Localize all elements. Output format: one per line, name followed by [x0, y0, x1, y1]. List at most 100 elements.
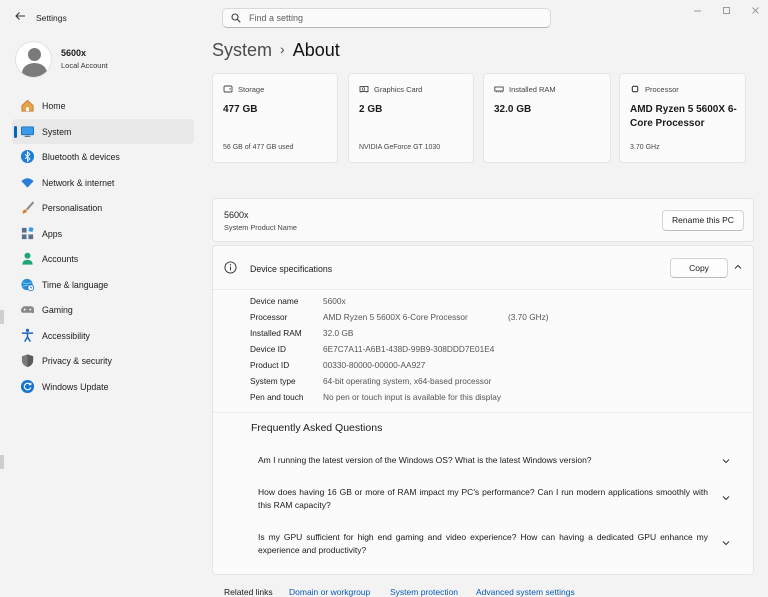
- card-subtitle: NVIDIA GeForce GT 1030: [359, 144, 441, 151]
- info-icon: [224, 261, 237, 274]
- graphics-card-icon: [359, 86, 369, 93]
- related-links-label: Related links: [224, 587, 273, 597]
- sidebar-item-label: System: [42, 126, 72, 137]
- sidebar-item-system[interactable]: System: [12, 118, 194, 144]
- storage-card[interactable]: Storage 477 GB 56 GB of 477 GB used: [212, 73, 338, 163]
- monitor-icon: [21, 125, 34, 137]
- spec-value: 6E7C7A11-A6B1-438D-99B9-308DDD7E01E4: [323, 344, 495, 354]
- card-subtitle: 56 GB of 477 GB used: [223, 144, 294, 151]
- sidebar-item-label: Network & internet: [42, 177, 115, 188]
- card-label: Graphics Card: [374, 84, 423, 94]
- faq-item[interactable]: Is my GPU sufficient for high end gaming…: [258, 531, 708, 557]
- close-icon: [751, 7, 759, 14]
- window-edge: [0, 310, 4, 324]
- settings-window: Settings Find a setting 5600x Local Acco…: [0, 0, 768, 597]
- sidebar-item-gaming[interactable]: Gaming: [12, 297, 194, 323]
- device-specs-title: Device specifications: [250, 264, 333, 274]
- sidebar-item-label: Windows Update: [42, 381, 109, 392]
- card-label: Installed RAM: [509, 84, 556, 94]
- breadcrumb: System › About: [212, 40, 340, 61]
- sidebar-item-home[interactable]: Home: [12, 93, 194, 119]
- graphics-card-card[interactable]: Graphics Card 2 GB NVIDIA GeForce GT 103…: [348, 73, 474, 163]
- close-button[interactable]: [745, 6, 765, 20]
- account-name: 5600x: [61, 48, 87, 58]
- sidebar-item-network[interactable]: Network & internet: [12, 170, 194, 196]
- divider: [213, 412, 753, 413]
- copy-button[interactable]: Copy: [670, 258, 728, 278]
- sidebar-item-label: Home: [42, 101, 66, 111]
- card-value: 32.0 GB: [494, 104, 532, 115]
- minimize-button[interactable]: [687, 6, 707, 20]
- faq-item[interactable]: Am I running the latest version of the W…: [258, 454, 708, 467]
- sidebar-item-privacy-security[interactable]: Privacy & security: [12, 348, 194, 374]
- sidebar-item-personalisation[interactable]: Personalisation: [12, 195, 194, 221]
- spec-value: 00330-80000-00000-AA927: [323, 360, 426, 370]
- update-icon: [20, 379, 35, 393]
- home-icon: [21, 99, 34, 112]
- card-value: 2 GB: [359, 104, 383, 115]
- ram-card[interactable]: Installed RAM 32.0 GB: [483, 73, 611, 163]
- chevron-down-icon[interactable]: [721, 538, 731, 548]
- device-specs-card: Device specifications Copy Device name 5…: [212, 245, 754, 575]
- rename-pc-button[interactable]: Rename this PC: [662, 210, 744, 231]
- card-header: Graphics Card: [359, 84, 422, 94]
- gamepad-icon: [20, 306, 35, 314]
- search-box[interactable]: Find a setting: [222, 8, 551, 28]
- sidebar-item-bluetooth[interactable]: Bluetooth & devices: [12, 144, 194, 170]
- chevron-down-icon[interactable]: [721, 493, 731, 503]
- chevron-down-icon[interactable]: [721, 456, 731, 466]
- spec-key: Device name: [250, 296, 299, 306]
- sidebar-item-label: Time & language: [42, 279, 109, 290]
- device-specs-header[interactable]: Device specifications Copy: [213, 246, 753, 290]
- card-header: Installed RAM: [494, 84, 556, 94]
- ram-icon: [494, 86, 504, 93]
- card-header: Storage: [223, 84, 264, 94]
- storage-icon: [223, 85, 233, 93]
- faq-title: Frequently Asked Questions: [251, 422, 383, 434]
- card-label: Storage: [238, 84, 265, 94]
- breadcrumb-separator: ›: [280, 41, 285, 57]
- related-links: Related links Domain or workgroup System…: [212, 582, 752, 597]
- sidebar-item-windows-update[interactable]: Windows Update: [12, 374, 194, 400]
- pc-name-subtitle: System Product Name: [224, 223, 297, 232]
- spec-value: AMD Ryzen 5 5600X 6-Core Processor: [323, 312, 468, 322]
- spec-value: 5600x: [323, 296, 346, 306]
- search-input[interactable]: Find a setting: [249, 13, 303, 23]
- breadcrumb-parent[interactable]: System: [212, 40, 272, 60]
- system-protection-link[interactable]: System protection: [390, 587, 458, 597]
- title-bar: Settings Find a setting: [0, 0, 768, 36]
- processor-icon: [631, 85, 639, 93]
- sidebar-item-apps[interactable]: Apps: [12, 221, 194, 247]
- spec-key: System type: [250, 376, 296, 386]
- shield-icon: [21, 354, 34, 368]
- sidebar-item-label: Accessibility: [42, 330, 90, 341]
- sidebar-item-accounts[interactable]: Accounts: [12, 246, 194, 272]
- card-value: 477 GB: [223, 104, 258, 115]
- avatar[interactable]: [15, 41, 52, 78]
- sidebar-item-accessibility[interactable]: Accessibility: [12, 323, 194, 349]
- domain-workgroup-link[interactable]: Domain or workgroup: [289, 587, 370, 597]
- card-subtitle: 3.70 GHz: [630, 144, 660, 151]
- spec-key: Installed RAM: [250, 328, 302, 338]
- spec-key: Product ID: [250, 360, 290, 370]
- sidebar-item-label: Gaming: [42, 305, 73, 315]
- sidebar-item-time-language[interactable]: Time & language: [12, 272, 194, 298]
- spec-key: Processor: [250, 312, 288, 322]
- search-icon: [231, 13, 241, 23]
- account-type: Local Account: [61, 61, 108, 70]
- chevron-up-icon[interactable]: [733, 262, 743, 272]
- maximize-button[interactable]: [716, 6, 736, 20]
- back-button[interactable]: [12, 10, 28, 26]
- sidebar-item-label: Apps: [42, 228, 63, 239]
- spec-key: Pen and touch: [250, 392, 304, 402]
- active-indicator: [14, 125, 17, 138]
- processor-card[interactable]: Processor AMD Ryzen 5 5600X 6-Core Proce…: [619, 73, 746, 163]
- faq-item[interactable]: How does having 16 GB or more of RAM imp…: [258, 486, 708, 512]
- pc-name-card: 5600x System Product Name Rename this PC: [212, 198, 754, 242]
- avatar-head: [28, 48, 41, 61]
- spec-value: 32.0 GB: [323, 328, 354, 338]
- advanced-system-settings-link[interactable]: Advanced system settings: [476, 587, 575, 597]
- spec-value: No pen or touch input is available for t…: [323, 392, 502, 402]
- avatar-body: [22, 63, 47, 77]
- spec-value: 64-bit operating system, x64-based proce…: [323, 376, 492, 386]
